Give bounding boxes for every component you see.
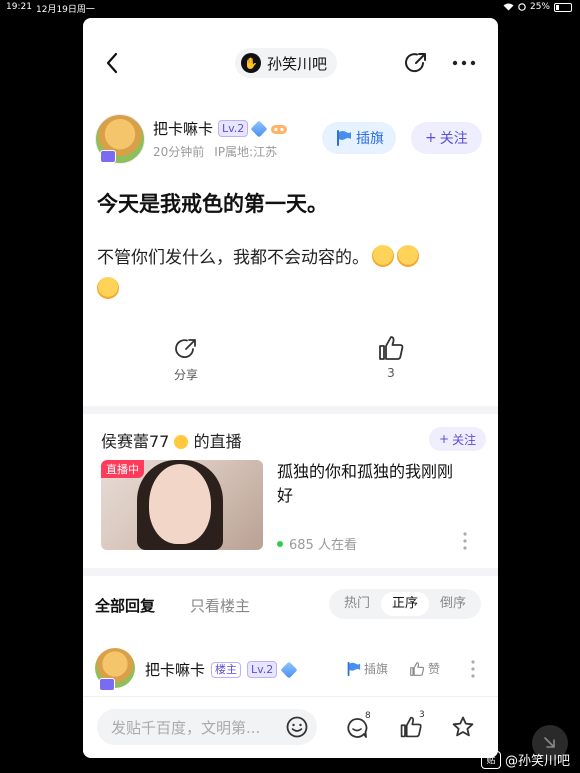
- emoji-icon: [97, 277, 119, 299]
- share-icon: [175, 339, 196, 358]
- reply-name-row: 把卡嘛卡 楼主 Lv.2: [145, 659, 298, 680]
- more-dots-icon: [452, 60, 476, 66]
- back-button[interactable]: [97, 48, 127, 78]
- section-divider: [83, 568, 498, 576]
- reply-more-button[interactable]: [467, 659, 479, 679]
- live-follow-label: 关注: [452, 432, 477, 447]
- owner-tag: 楼主: [211, 661, 242, 678]
- streamer-face: [149, 464, 211, 544]
- ip-location: IP属地:江苏: [214, 145, 278, 159]
- live-suffix: 的直播: [193, 432, 242, 451]
- live-header: 侯赛蕾77 的直播: [101, 428, 242, 452]
- star-icon: [452, 716, 474, 737]
- tieba-logo-icon: 贴: [480, 750, 501, 769]
- reply-flag-button[interactable]: 插旗: [345, 660, 388, 677]
- collapse-arrow-icon: [544, 737, 555, 748]
- live-follow-button[interactable]: + 关注: [429, 427, 487, 451]
- reply-input-placeholder: 发贴千百度，文明第...: [111, 718, 261, 737]
- post-detail-screen: ✋ 孙笑川吧 把卡嘛卡 Lv.2 20分钟前 IP属地:江苏 插旗 + 关注 今…: [83, 18, 498, 758]
- section-divider: [83, 406, 498, 414]
- wifi-icon: [503, 3, 514, 11]
- live-more-button[interactable]: [457, 530, 473, 552]
- share-label: 分享: [173, 368, 198, 382]
- share-icon: [405, 53, 426, 73]
- bottom-bar: 发贴千百度，文明第... 8 3: [83, 696, 498, 758]
- reply-author-name[interactable]: 把卡嘛卡: [145, 659, 205, 680]
- live-description[interactable]: 孤独的你和孤独的我刚刚好: [277, 460, 467, 508]
- watermark-text: @孙笑川吧: [504, 754, 570, 769]
- more-button[interactable]: [449, 48, 479, 78]
- status-date: 12月19日周一: [36, 5, 95, 15]
- forum-name: 孙笑川吧: [267, 54, 328, 73]
- share-action[interactable]: 分享: [163, 336, 209, 383]
- emoji-button[interactable]: [285, 715, 309, 739]
- post-time: 20分钟前: [153, 145, 205, 159]
- flag-label: 插旗: [356, 131, 384, 147]
- author-name-row: 把卡嘛卡 Lv.2: [153, 118, 288, 139]
- author-name[interactable]: 把卡嘛卡: [153, 118, 213, 139]
- comment-count: 8: [365, 711, 371, 721]
- thumbs-up-icon: [379, 336, 404, 360]
- live-tag: 直播中: [101, 460, 144, 478]
- bottom-like-count: 3: [419, 710, 425, 720]
- sort-hot[interactable]: 热门: [333, 592, 381, 616]
- reply-flag-label: 插旗: [364, 662, 389, 676]
- sort-ascending[interactable]: 正序: [381, 592, 430, 616]
- favorite-button[interactable]: [449, 713, 477, 741]
- flag-button[interactable]: 插旗: [322, 122, 396, 154]
- battery-percent: 25%: [529, 2, 550, 12]
- level-badge: Lv.2: [247, 661, 278, 678]
- sort-descending[interactable]: 倒序: [429, 592, 477, 616]
- vertical-dots-icon: [471, 660, 475, 678]
- plus-icon: +: [439, 432, 450, 446]
- status-time: 19:21: [6, 2, 32, 12]
- forum-pill[interactable]: ✋ 孙笑川吧: [235, 48, 338, 78]
- level-badge: Lv.2: [218, 120, 249, 137]
- battery-icon: [554, 2, 572, 12]
- vertical-dots-icon: [463, 532, 467, 550]
- bottom-like-button[interactable]: 3: [397, 710, 425, 741]
- reply-like-button[interactable]: 赞: [409, 660, 440, 677]
- viewer-text: 685 人在看: [289, 538, 357, 553]
- post-body-text: 不管你们发什么，我都不会动容的。: [97, 248, 369, 268]
- avatar-badge-icon: [99, 678, 115, 691]
- flag-icon: [347, 661, 361, 676]
- live-thumbnail[interactable]: 直播中: [101, 460, 263, 550]
- reply-input[interactable]: 发贴千百度，文明第...: [97, 709, 317, 745]
- viewer-count: 685 人在看: [277, 534, 357, 553]
- diamond-icon: [250, 120, 268, 137]
- alarm-icon: [518, 3, 526, 11]
- emoji-icon: [397, 245, 419, 267]
- chevron-left-icon: [106, 52, 118, 74]
- like-count: 3: [387, 366, 395, 380]
- diamond-icon: [280, 661, 298, 678]
- follow-label: 关注: [439, 131, 468, 147]
- live-streamer[interactable]: 侯赛蕾77: [101, 432, 169, 451]
- flag-icon: [337, 130, 351, 146]
- tab-all-replies[interactable]: 全部回复: [95, 595, 155, 616]
- author-meta: 20分钟前 IP属地:江苏: [153, 143, 277, 160]
- live-dot-icon: [277, 540, 283, 547]
- sun-icon: [174, 435, 189, 449]
- tab-owner-only[interactable]: 只看楼主: [190, 595, 250, 616]
- emoji-icon: [372, 245, 394, 267]
- smiley-icon: [286, 716, 308, 738]
- status-right: 25%: [503, 2, 572, 12]
- watermark: 贴 @孙笑川吧: [480, 750, 570, 769]
- post-title: 今天是我戒色的第一天。: [97, 192, 328, 216]
- forum-avatar: ✋: [241, 53, 261, 73]
- sort-segment: 热门 正序 倒序: [329, 589, 482, 619]
- post-body: 不管你们发什么，我都不会动容的。: [97, 242, 492, 306]
- share-top-button[interactable]: [401, 48, 431, 78]
- follow-button[interactable]: + 关注: [411, 122, 482, 154]
- plus-icon: +: [425, 130, 437, 146]
- status-bar: 19:21 12月19日周一 25%: [0, 0, 580, 16]
- avatar-badge-icon: [100, 150, 116, 163]
- like-action[interactable]: 3: [371, 334, 411, 380]
- reply-like-label: 赞: [428, 662, 441, 676]
- thumbs-up-icon: [410, 661, 425, 676]
- gamepad-badge-icon: [271, 124, 288, 134]
- comment-button[interactable]: 8: [343, 711, 371, 742]
